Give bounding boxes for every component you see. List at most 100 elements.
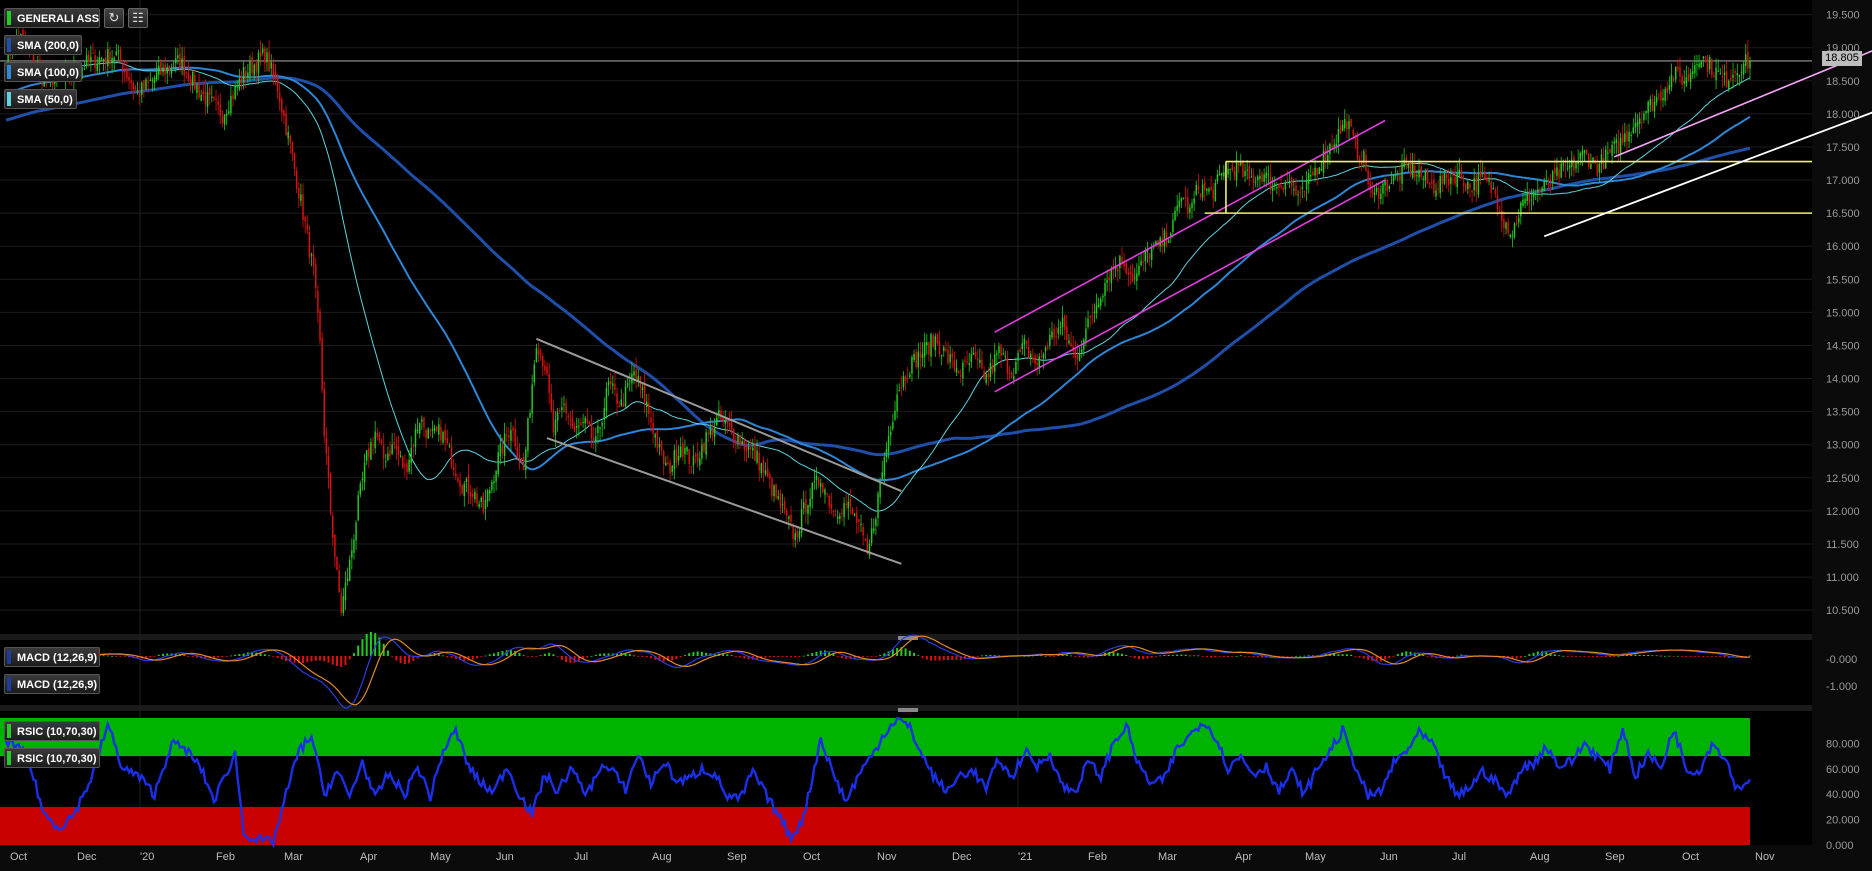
macd-histogram-bar <box>1256 656 1259 658</box>
candle-down <box>1454 176 1456 184</box>
candle-down <box>213 96 215 99</box>
sma100-label[interactable]: SMA (100,0) <box>4 62 82 82</box>
candle-down <box>539 352 542 354</box>
macd-histogram-bar <box>1575 656 1578 657</box>
candle-up <box>1083 339 1085 350</box>
candle-up <box>1392 175 1395 182</box>
candle-down <box>1356 135 1359 159</box>
candle-down <box>667 462 669 465</box>
candle-up <box>1728 81 1730 90</box>
candle-up <box>247 72 249 78</box>
macd-histogram-bar <box>870 656 873 657</box>
candle-down <box>376 433 379 438</box>
time-tick-label: Sep <box>727 851 747 863</box>
macd-histogram-bar <box>1294 655 1297 657</box>
macd-histogram-bar <box>476 656 479 659</box>
candle-down <box>1679 66 1681 77</box>
candle-down <box>1053 328 1055 339</box>
rsi-tick-label: 80.000 <box>1826 738 1860 750</box>
candle-down <box>1539 190 1541 192</box>
candle-up <box>1223 172 1225 177</box>
candle-down <box>1490 181 1492 194</box>
candle-up <box>578 425 580 427</box>
stock-chart[interactable]: 10.500 11.000 11.500 12.000 12.500 13.000 13.5… <box>0 0 1872 871</box>
candle-up <box>100 58 103 60</box>
candle-up <box>853 513 856 516</box>
candle-up <box>1297 194 1299 196</box>
candle-up <box>788 516 790 519</box>
candle-up <box>1293 189 1295 191</box>
candle-down <box>864 538 867 541</box>
candle-down <box>1420 166 1422 178</box>
candle-up <box>478 503 480 508</box>
candle-down <box>1460 169 1463 180</box>
time-tick-label: Aug <box>652 851 672 863</box>
rsic-label-2[interactable]: RSIC (10,70,30) <box>4 748 100 768</box>
candle-down <box>92 53 94 55</box>
sma50-label[interactable]: SMA (50,0) <box>4 89 77 109</box>
macd-label-1[interactable]: MACD (12,26,9) <box>4 647 100 667</box>
candle-up <box>684 447 686 455</box>
candle-up <box>1042 354 1045 359</box>
macd-histogram-bar <box>1515 656 1518 659</box>
macd-histogram-bar <box>1167 654 1170 656</box>
candle-down <box>766 468 769 478</box>
candle-up <box>839 516 841 519</box>
candle-up <box>1738 75 1741 77</box>
candle-up <box>1104 283 1106 296</box>
candle-up <box>503 433 506 457</box>
macd-histogram-bar <box>229 655 232 657</box>
candle-down <box>559 409 561 411</box>
candle-up <box>1473 178 1475 191</box>
candle-up <box>96 63 98 71</box>
candle-up <box>926 342 928 346</box>
candle-up <box>584 417 586 424</box>
macd-histogram-bar <box>934 656 937 661</box>
candle-up <box>408 459 410 472</box>
sma200-label[interactable]: SMA (200,0) <box>4 35 82 55</box>
time-tick-label: Mar <box>1158 851 1177 863</box>
macd-histogram-bar <box>1252 656 1255 658</box>
candle-down <box>856 512 858 523</box>
macd-histogram-bar <box>552 654 555 656</box>
candle-up <box>1524 198 1526 204</box>
macd-label-2[interactable]: MACD (12,26,9) <box>4 674 100 694</box>
macd-histogram-bar <box>1358 656 1361 658</box>
candle-up <box>1373 192 1376 195</box>
candle-up <box>510 430 512 441</box>
candle-down <box>771 478 773 497</box>
instrument-swatch <box>7 11 11 25</box>
calculator-button[interactable]: ☷ <box>128 8 148 28</box>
divider-handle-2[interactable] <box>898 708 918 712</box>
candle-down <box>293 152 296 170</box>
candle-down <box>1187 197 1189 214</box>
macd-histogram-bar <box>1719 656 1722 657</box>
macd-histogram-bar <box>603 653 606 656</box>
candle-up <box>1337 128 1340 143</box>
macd-histogram-bar <box>1070 655 1073 657</box>
candle-down <box>792 525 794 539</box>
price-tick-label: 19.500 <box>1826 10 1860 22</box>
candle-down <box>1184 197 1187 199</box>
candle-up <box>1380 193 1382 199</box>
macd-histogram-bar <box>806 654 809 656</box>
candle-down <box>1547 183 1550 187</box>
macd-histogram-bar <box>1044 655 1047 657</box>
candle-down <box>404 464 406 467</box>
candle-up <box>892 421 894 429</box>
time-tick-label: Feb <box>1088 851 1107 863</box>
candle-up <box>1220 173 1223 176</box>
candle-down <box>1431 181 1433 184</box>
candle-down <box>1441 175 1444 185</box>
candle-up <box>206 92 209 108</box>
instrument-label[interactable]: GENERALI ASS <box>4 8 100 28</box>
candle-down <box>1564 165 1567 167</box>
candle-down <box>762 459 765 473</box>
rsic-label-1[interactable]: RSIC (10,70,30) <box>4 721 100 741</box>
candle-down <box>571 418 574 427</box>
time-tick-label: Jul <box>574 851 588 863</box>
price-tick-label: 18.500 <box>1826 76 1860 88</box>
macd-histogram-bar <box>904 648 907 656</box>
refresh-button[interactable]: ↻ <box>104 8 124 28</box>
macd-histogram-bar <box>1659 655 1662 657</box>
